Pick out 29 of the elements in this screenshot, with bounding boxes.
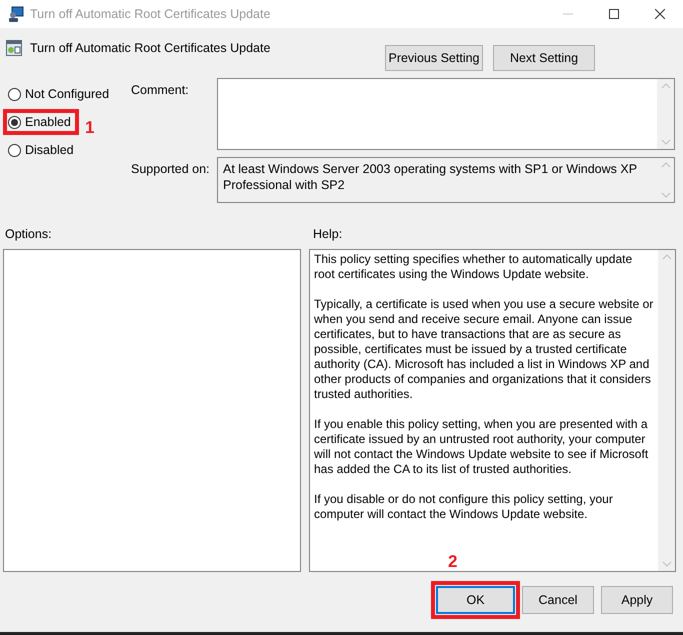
window-title: Turn off Automatic Root Certificates Update — [30, 7, 272, 21]
step-number: 2 — [448, 552, 458, 572]
scroll-down-icon — [660, 139, 670, 145]
supported-on-text: At least Windows Server 2003 operating systems with SP1 or Windows XP Professional with SP2 — [222, 161, 638, 194]
comment-field[interactable] — [217, 78, 675, 150]
scroll-up-icon — [660, 162, 670, 168]
apply-button[interactable]: Apply — [601, 586, 673, 614]
scroll-up-icon — [660, 83, 670, 89]
options-label: Options: — [4, 226, 53, 240]
step-number: 1 — [85, 118, 94, 138]
computer-user-icon — [8, 6, 24, 22]
policy-title: Turn off Automatic Root Certificates Update — [30, 40, 272, 55]
ok-button[interactable]: OK — [436, 586, 515, 614]
supported-on-label: Supported on: — [131, 161, 211, 178]
help-label: Help: — [313, 226, 342, 240]
radio-option[interactable]: Not Configured — [8, 86, 110, 102]
close-icon — [655, 9, 665, 19]
policy-icon — [6, 40, 22, 56]
next-setting-button[interactable]: Next Setting — [493, 45, 595, 71]
previous-setting-button[interactable]: Previous Setting — [385, 45, 483, 71]
scroll-down-icon — [660, 192, 670, 198]
radio-option[interactable]: Enabled — [8, 114, 71, 130]
scroll-down-icon — [662, 561, 672, 567]
help-text: This policy setting specifies whether to automatically update root certificates using the Windows Update website. Typically, a certificate is used when you use a secure website or when you send and receive secure email. Anyone can issue certificates, but to have transactions that are as secure as possible, certificates must be issued by a trusted certificate authority (CA). Microsoft has included a list in Windows XP and other products of companies and organizations that it considers trusted authorities. If you enable this policy setting, when you are presented with a certificate issued by an untrusted root authority, your computer will not contact the Windows Update website to see if Microsoft has added the CA to its list of trusted authorities. If you disable or do not configure this policy setting, your computer will contact the Windows Update website. — [313, 251, 654, 523]
scroll-up-icon — [662, 254, 672, 260]
radio-option[interactable]: Disabled — [8, 142, 74, 158]
maximize-icon — [609, 9, 619, 19]
comment-label: Comment: — [131, 82, 190, 99]
cancel-button[interactable]: Cancel — [522, 586, 594, 614]
